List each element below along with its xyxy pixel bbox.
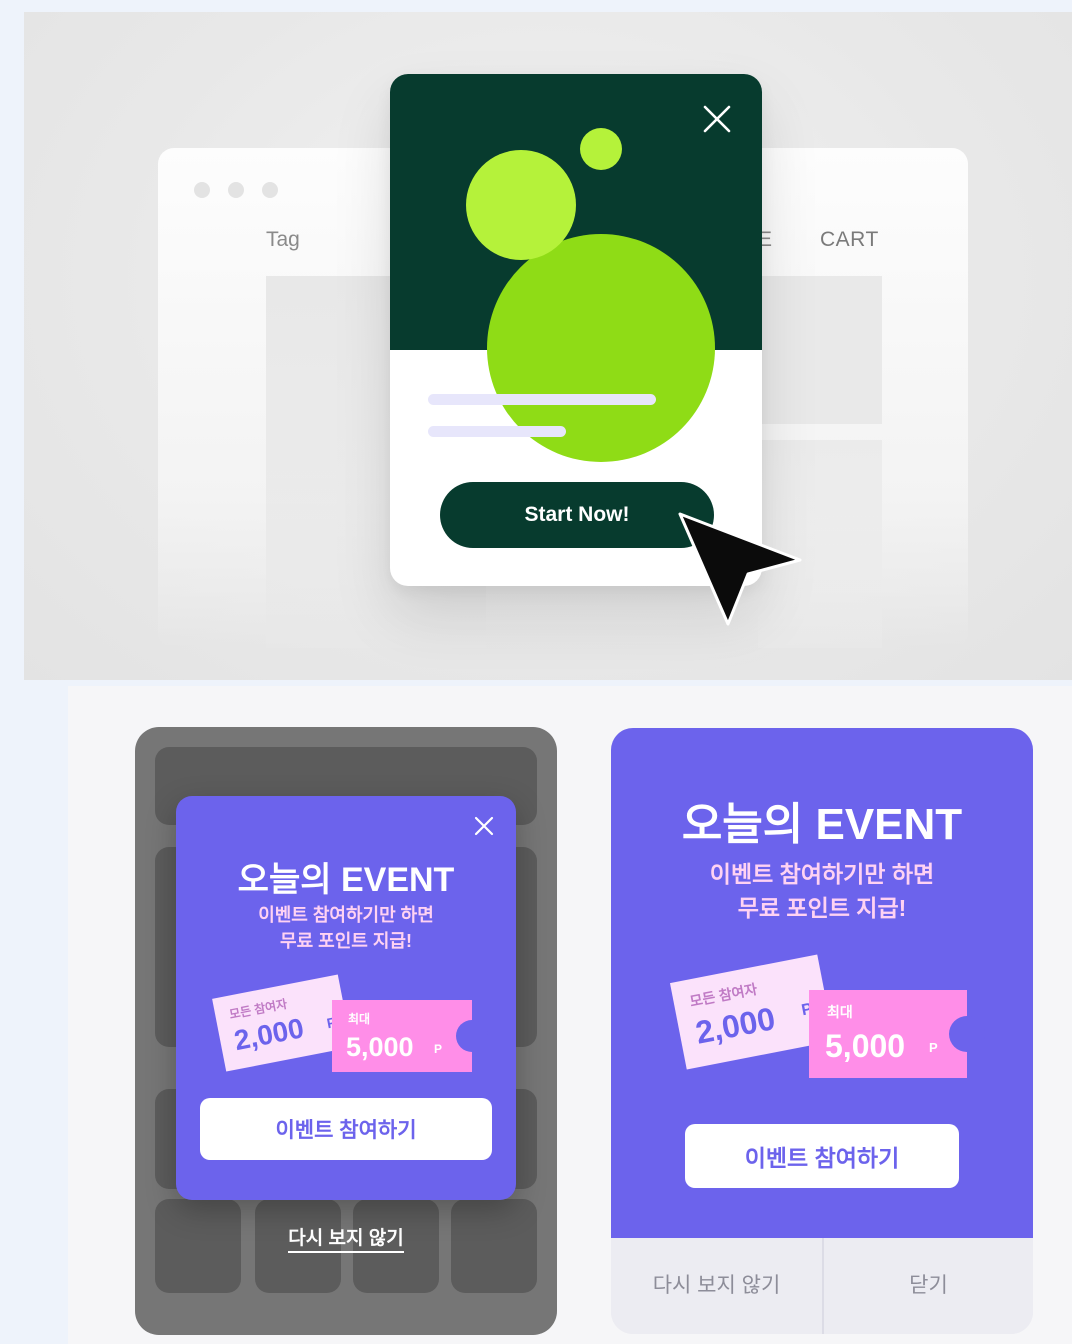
coupon-label: 최대 <box>348 1012 371 1026</box>
close-button[interactable]: 닫기 <box>824 1238 1033 1334</box>
coupon-label: 최대 <box>827 1004 853 1020</box>
join-event-button[interactable]: 이벤트 참여하기 <box>200 1098 492 1160</box>
coupon-value: 5,000 <box>825 1028 906 1064</box>
mouse-pointer-icon <box>678 512 802 626</box>
coupon-unit: P <box>929 1040 938 1055</box>
event-modal: 오늘의 EVENT 이벤트 참여하기만 하면 무료 포인트 지급! 모든 참여자… <box>176 796 516 1200</box>
event-card-footer: 다시 보지 않기 닫기 <box>611 1238 1033 1334</box>
join-event-button[interactable]: 이벤트 참여하기 <box>685 1124 959 1188</box>
event-card-body: 오늘의 EVENT 이벤트 참여하기만 하면 무료 포인트 지급! 모든 참여자… <box>611 728 1033 1238</box>
event-card: 오늘의 EVENT 이벤트 참여하기만 하면 무료 포인트 지급! 모든 참여자… <box>611 728 1033 1334</box>
event-subtitle-line2: 무료 포인트 지급! <box>737 895 907 921</box>
window-dot-icon <box>194 182 210 198</box>
dont-show-again-button[interactable]: 다시 보지 않기 <box>611 1238 822 1334</box>
coupon-notch <box>456 1020 488 1052</box>
hero-blob <box>466 150 576 260</box>
coupon-unit: P <box>434 1042 443 1056</box>
event-title: 오늘의 EVENT <box>681 800 963 849</box>
mobile-event-popups: 다시 보지 않기 오늘의 EVENT 이벤트 참여하기만 하면 무료 포인트 지… <box>68 686 1072 1344</box>
text-skeleton-line <box>428 426 566 437</box>
window-dot-icon <box>228 182 244 198</box>
coupon-max: 최대 5,000 P <box>809 990 985 1078</box>
close-icon[interactable] <box>474 816 494 836</box>
text-skeleton-line <box>428 394 656 405</box>
event-subtitle-line1: 이벤트 참여하기만 하면 <box>709 861 935 887</box>
dont-show-again-link[interactable]: 다시 보지 않기 <box>135 1223 557 1253</box>
close-icon[interactable] <box>702 104 732 134</box>
start-now-button[interactable]: Start Now! <box>440 482 714 548</box>
modal-hero-image <box>390 74 762 462</box>
nav-item-tag[interactable]: Tag <box>266 228 300 252</box>
window-dot-icon <box>262 182 278 198</box>
dont-show-again-label: 다시 보지 않기 <box>288 1228 404 1253</box>
content-placeholder <box>758 276 882 424</box>
event-subtitle-line2: 무료 포인트 지급! <box>280 931 412 951</box>
nav-item-cart[interactable]: CART <box>820 228 879 252</box>
coupon-notch <box>949 1016 985 1052</box>
coupon-all-participants: 모든 참여자 2,000 P <box>212 974 352 1072</box>
web-popup-illustration: Tag E CART Start Now! <box>24 12 1072 680</box>
coupon-value: 5,000 <box>346 1032 414 1062</box>
event-title: 오늘의 EVENT <box>237 861 455 899</box>
coupon-max: 최대 5,000 P <box>332 1000 488 1072</box>
event-subtitle-line1: 이벤트 참여하기만 하면 <box>258 905 434 925</box>
hero-blob <box>580 128 622 170</box>
